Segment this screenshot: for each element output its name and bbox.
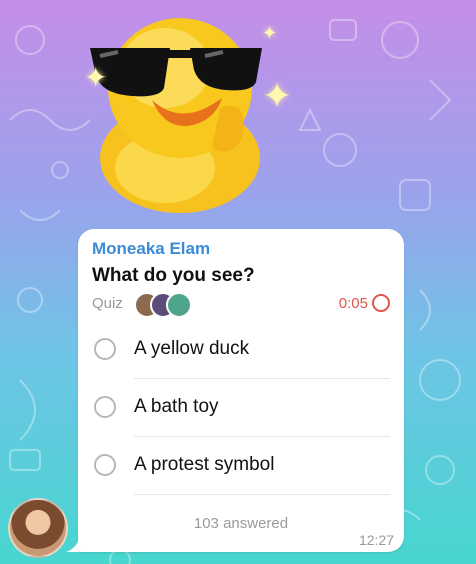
sender-name[interactable]: Moneaka Elam — [92, 239, 210, 259]
quiz-question: What do you see? — [92, 265, 255, 286]
quiz-option-label: A bath toy — [134, 396, 219, 417]
radio-circle-icon[interactable] — [94, 454, 116, 476]
quiz-info-row: Quiz 0:05 — [92, 291, 390, 318]
voter-avatars[interactable] — [134, 291, 214, 318]
circle-timer-icon — [372, 294, 390, 312]
quiz-option[interactable]: A protest symbol — [92, 437, 390, 495]
answered-count[interactable]: 103 answered — [78, 515, 404, 532]
quiz-option-label: A protest symbol — [134, 454, 275, 475]
voter-avatar — [166, 292, 192, 318]
option-divider — [134, 494, 390, 495]
sender-avatar[interactable] — [8, 498, 68, 558]
sparkle-icon: ✦ — [262, 75, 293, 116]
radio-circle-icon[interactable] — [94, 396, 116, 418]
quiz-message-bubble: Moneaka Elam What do you see? Quiz 0:05 … — [78, 229, 404, 552]
message-time: 12:27 — [358, 532, 394, 548]
quiz-option[interactable]: A bath toy — [92, 379, 390, 437]
sparkle-icon: ✦ — [262, 23, 278, 43]
quiz-timer: 0:05 — [338, 295, 368, 312]
quiz-option-label: A yellow duck — [134, 338, 250, 359]
sparkle-icon: ✦ — [84, 62, 108, 93]
radio-circle-icon[interactable] — [94, 338, 116, 360]
quiz-option[interactable]: A yellow duck — [92, 321, 390, 379]
quiz-type-label: Quiz — [92, 295, 123, 312]
